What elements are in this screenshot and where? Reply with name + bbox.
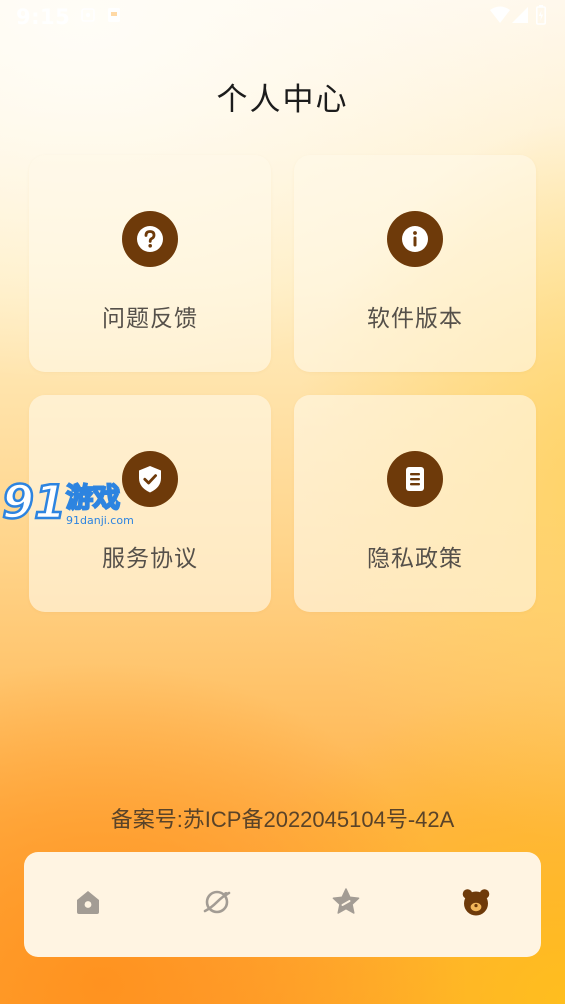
version-label: 软件版本 [367,306,463,332]
bottom-nav [24,852,541,957]
signal-icon [512,6,528,28]
icp-record: 备案号:苏ICP备2022045104号-42A [110,807,455,832]
svg-text:游戏: 游戏 [66,483,120,514]
planet-icon [201,886,233,922]
svg-text:91: 91 [2,475,66,529]
nav-profile[interactable] [450,878,502,930]
feedback-label: 问题反馈 [102,306,198,332]
bear-icon [460,886,492,922]
wifi-icon [490,6,510,28]
question-icon [122,211,178,267]
version-card[interactable]: 软件版本 [294,155,536,372]
page-title: 个人中心 [216,82,349,118]
nav-favorites[interactable] [320,878,372,930]
feedback-card[interactable]: 问题反馈 [29,155,271,372]
nav-explore[interactable] [191,878,243,930]
terms-label: 服务协议 [102,546,198,572]
privacy-label: 隐私政策 [367,546,463,572]
gallery-icon [80,7,96,27]
document-icon [387,451,443,507]
privacy-card[interactable]: 隐私政策 [294,395,536,612]
watermark-logo: 91 游戏 91danji.com [0,474,140,532]
svg-text:91danji.com: 91danji.com [66,514,134,527]
battery-icon [536,5,546,29]
home-icon [73,887,103,921]
status-bar: 9:15 [0,0,565,34]
status-time: 9:15 [16,5,71,29]
star-icon [330,886,362,922]
nav-home[interactable] [62,878,114,930]
notification-icon [106,7,122,27]
info-icon [387,211,443,267]
